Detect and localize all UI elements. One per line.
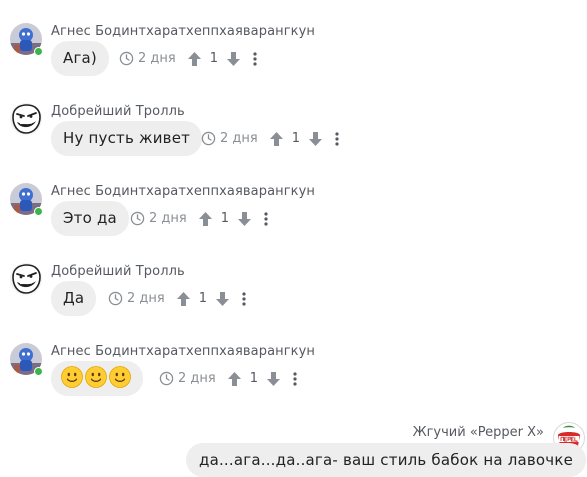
message-meta: 2 дня 1 — [201, 121, 339, 156]
slightly-smiling-face-icon — [85, 366, 107, 388]
vote-count: 1 — [291, 131, 300, 146]
upvote-arrow-icon[interactable] — [187, 51, 201, 66]
clock-icon — [201, 131, 216, 146]
slightly-smiling-face-icon — [61, 366, 83, 388]
clock-icon — [108, 291, 123, 306]
author-name[interactable]: Агнес Бодинтхаратхеппхаяварангкун — [51, 24, 315, 39]
message-bubble: Ну пусть живет — [51, 121, 203, 156]
troll-face-avatar-icon — [10, 103, 42, 135]
message-item: Агнес Бодинтхаратхеппхаяварангкун Это да… — [10, 183, 587, 255]
vote-count: 1 — [249, 371, 258, 386]
vote-count: 1 — [220, 211, 229, 226]
clock-icon — [119, 51, 134, 66]
more-options-icon[interactable] — [253, 51, 257, 66]
online-status-dot — [34, 207, 43, 216]
message-item: Добрейший Тролль Да 2 дня 1 — [10, 263, 587, 335]
message-item: Добрейший Тролль Ну пусть живет 2 дня 1 — [10, 103, 587, 175]
author-avatar[interactable] — [10, 103, 42, 135]
own-author-name[interactable]: Жгучий «Pepper X» — [413, 425, 544, 440]
author-name[interactable]: Добрейший Тролль — [51, 104, 185, 119]
author-name[interactable]: Агнес Бодинтхаратхеппхаяварангкун — [51, 184, 315, 199]
message-item: Агнес Бодинтхаратхеппхаяварангкун Ага) 2… — [10, 23, 587, 95]
more-options-icon[interactable] — [335, 131, 339, 146]
downvote-arrow-icon[interactable] — [216, 291, 229, 306]
upvote-arrow-icon[interactable] — [198, 211, 212, 226]
message-meta: 2 дня 1 — [119, 41, 257, 76]
clock-icon — [159, 371, 174, 386]
message-meta: 2 дня 1 — [159, 361, 297, 396]
message-time: 2 дня — [178, 371, 216, 386]
message-item: Агнес Бодинтхаратхеппхаяварангкун 2 дня — [10, 343, 587, 415]
vote-count: 1 — [198, 291, 207, 306]
more-options-icon[interactable] — [242, 291, 246, 306]
message-bubble — [51, 361, 143, 396]
message-bubble: Да — [51, 281, 97, 316]
vote-count: 1 — [209, 51, 218, 66]
message-meta: 2 дня 1 — [130, 201, 268, 236]
downvote-arrow-icon[interactable] — [227, 51, 240, 66]
online-status-dot — [34, 47, 43, 56]
clock-icon — [130, 211, 145, 226]
author-avatar[interactable] — [10, 263, 42, 295]
message-time: 2 дня — [138, 51, 176, 66]
message-time: 2 дня — [127, 291, 165, 306]
upvote-arrow-icon[interactable] — [227, 371, 241, 386]
downvote-arrow-icon[interactable] — [309, 131, 322, 146]
author-name[interactable]: Добрейший Тролль — [51, 264, 185, 279]
message-time: 2 дня — [220, 131, 258, 146]
own-message-bubble: да...ага...да..ага- ваш стиль бабок на л… — [186, 443, 587, 477]
slightly-smiling-face-icon — [109, 366, 131, 388]
upvote-arrow-icon[interactable] — [176, 291, 190, 306]
message-time: 2 дня — [149, 211, 187, 226]
author-name[interactable]: Агнес Бодинтхаратхеппхаяварангкун — [51, 344, 315, 359]
message-bubble: Ага) — [51, 41, 109, 76]
downvote-arrow-icon[interactable] — [238, 211, 251, 226]
message-bubble: Это да — [51, 201, 129, 236]
upvote-arrow-icon[interactable] — [269, 131, 283, 146]
message-meta: 2 дня 1 — [108, 281, 246, 316]
downvote-arrow-icon[interactable] — [267, 371, 280, 386]
online-status-dot — [34, 367, 43, 376]
more-options-icon[interactable] — [293, 371, 297, 386]
troll-face-avatar-icon — [10, 263, 42, 295]
more-options-icon[interactable] — [264, 211, 268, 226]
